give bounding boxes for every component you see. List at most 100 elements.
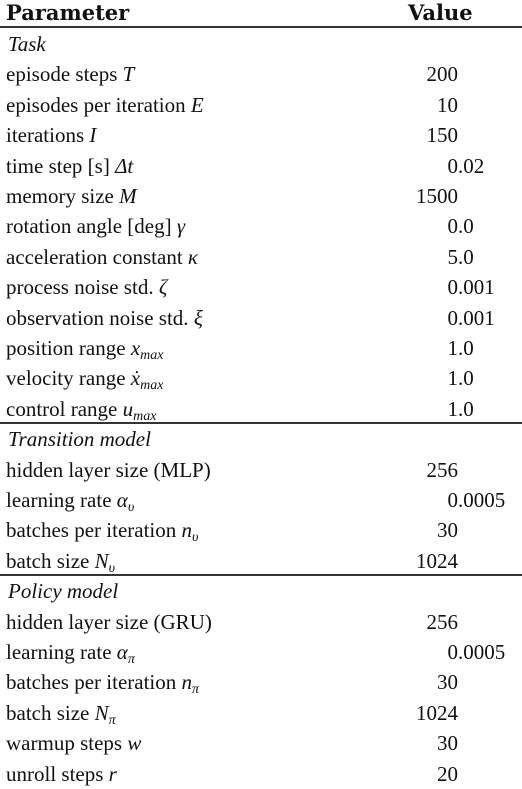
parameter-value: 30	[437, 518, 458, 543]
section-title-row: Task	[0, 29, 522, 59]
parameter-symbol: ẋ	[130, 366, 141, 391]
parameter-value: 5.0	[380, 242, 474, 272]
table-row: warmup steps w 30	[0, 728, 522, 758]
table-row: unroll steps r 20	[0, 759, 522, 789]
parameter-symbol: κ	[187, 244, 198, 269]
table-row: memory size M 1500	[0, 181, 522, 211]
table-row: process noise std. ζ 0.001	[0, 272, 522, 302]
parameter-subscript: υ	[127, 500, 135, 515]
table-row: batch size Nυ 1024	[0, 546, 522, 576]
parameter-name: learning rate αυ	[6, 488, 135, 515]
table-row: position range xmax 1.0	[0, 333, 522, 363]
parameter-value: 200	[426, 62, 459, 87]
parameter-name: episodes per iteration E	[6, 92, 204, 117]
parameter-name: batch size Nυ	[6, 548, 116, 576]
value-fraction: .001	[458, 305, 495, 330]
value-fraction: .0	[458, 366, 474, 391]
section-title-row: Policy model	[0, 576, 522, 606]
parameter-value: 0.0005	[380, 637, 506, 667]
value-fraction: .001	[458, 275, 495, 300]
parameter-symbol: n	[181, 518, 193, 543]
parameter-value: 0.0005	[380, 485, 506, 515]
table-row: rotation angle [deg] γ 0.0	[0, 211, 522, 241]
parameter-symbol: w	[127, 731, 142, 756]
parameter-name: hidden layer size (GRU)	[6, 609, 212, 634]
parameter-value: 150	[426, 123, 459, 148]
parameter-subscript: max	[140, 348, 164, 363]
parameter-name: rotation angle [deg] γ	[6, 214, 186, 239]
parameter-name: iterations I	[6, 123, 97, 148]
parameter-subscript: π	[192, 682, 200, 698]
parameter-name: acceleration constant κ	[6, 244, 198, 269]
parameter-symbol: ζ	[158, 275, 168, 300]
section-title: Policy model	[8, 579, 119, 604]
section-title-row: Transition model	[0, 424, 522, 454]
table-row: hidden layer size (GRU) 256	[0, 607, 522, 637]
table-row: iterations I 150	[0, 120, 522, 150]
header-value: Value	[408, 0, 473, 25]
table-row: batches per iteration nυ 30	[0, 515, 522, 545]
parameter-symbol: u	[122, 396, 134, 421]
parameter-name: hidden layer size (MLP)	[6, 457, 211, 482]
parameter-value: 0.001	[380, 303, 495, 333]
table-row: learning rate αυ 0.0005	[0, 485, 522, 515]
parameter-symbol: γ	[176, 214, 186, 239]
section-title: Transition model	[8, 427, 151, 452]
value-fraction: .0	[458, 336, 474, 360]
parameter-name: control range umax	[6, 396, 157, 424]
parameter-name: unroll steps r	[6, 761, 117, 786]
parameter-value: 0.001	[380, 272, 495, 302]
parameter-name: process noise std. ζ	[6, 275, 168, 300]
parameter-symbol: n	[181, 670, 193, 695]
parameter-symbol: M	[119, 184, 137, 208]
parameter-subscript: π	[108, 712, 116, 728]
parameter-subscript: π	[127, 652, 135, 667]
parameter-value: 30	[437, 731, 458, 756]
parameter-symbol: ξ	[193, 305, 203, 330]
table-row: episode steps T 200	[0, 59, 522, 89]
parameter-name: batch size Nπ	[6, 700, 116, 728]
parameter-name: warmup steps w	[6, 731, 142, 756]
table-row: episodes per iteration E 10	[0, 90, 522, 120]
table-row: learning rate απ 0.0005	[0, 637, 522, 667]
parameter-symbol: N	[94, 700, 109, 725]
value-fraction: .0	[458, 396, 474, 421]
parameter-symbol: I	[89, 123, 97, 148]
parameter-symbol: E	[190, 92, 204, 117]
header-rule	[0, 26, 522, 28]
parameter-value: 256	[426, 609, 459, 634]
parameter-value: 1024	[416, 548, 458, 573]
parameter-value: 1024	[416, 700, 458, 725]
table-row: time step [s] Δt 0.02	[0, 151, 522, 181]
parameter-name: observation noise std. ξ	[6, 305, 203, 330]
parameter-value: 20	[437, 761, 458, 786]
parameter-name: position range xmax	[6, 336, 164, 363]
parameter-subscript: υ	[192, 530, 199, 546]
parameter-value: 10	[437, 92, 458, 117]
table-row: control range umax 1.0	[0, 394, 522, 424]
parameter-name: episode steps T	[6, 62, 135, 87]
section-title: Task	[8, 32, 46, 56]
table-row: observation noise std. ξ 0.001	[0, 303, 522, 333]
parameter-symbol: T	[122, 62, 135, 87]
header-parameter: Parameter	[6, 0, 130, 25]
table-row: velocity range ẋmax 1.0	[0, 363, 522, 393]
parameter-name: batches per iteration nυ	[6, 518, 199, 546]
parameter-symbol: N	[94, 548, 109, 573]
parameter-name: memory size M	[6, 184, 137, 208]
parameter-symbol: α	[116, 640, 128, 664]
parameter-symbol: r	[108, 761, 117, 786]
parameter-symbol: Δt	[115, 153, 134, 178]
parameter-name: velocity range ẋmax	[6, 366, 164, 394]
parameter-value: 1.0	[380, 394, 474, 424]
parameter-value: 0.02	[380, 151, 485, 181]
table-row: batch size Nπ 1024	[0, 698, 522, 728]
value-fraction: .0005	[458, 488, 506, 512]
parameter-value: 0.0	[380, 211, 474, 241]
parameter-value: 256	[426, 457, 459, 482]
parameter-name: batches per iteration nπ	[6, 670, 200, 698]
table-row: acceleration constant κ 5.0	[0, 242, 522, 272]
parameter-value: 1.0	[380, 363, 474, 393]
value-fraction: .0005	[458, 640, 506, 664]
value-fraction: .0	[458, 244, 474, 269]
